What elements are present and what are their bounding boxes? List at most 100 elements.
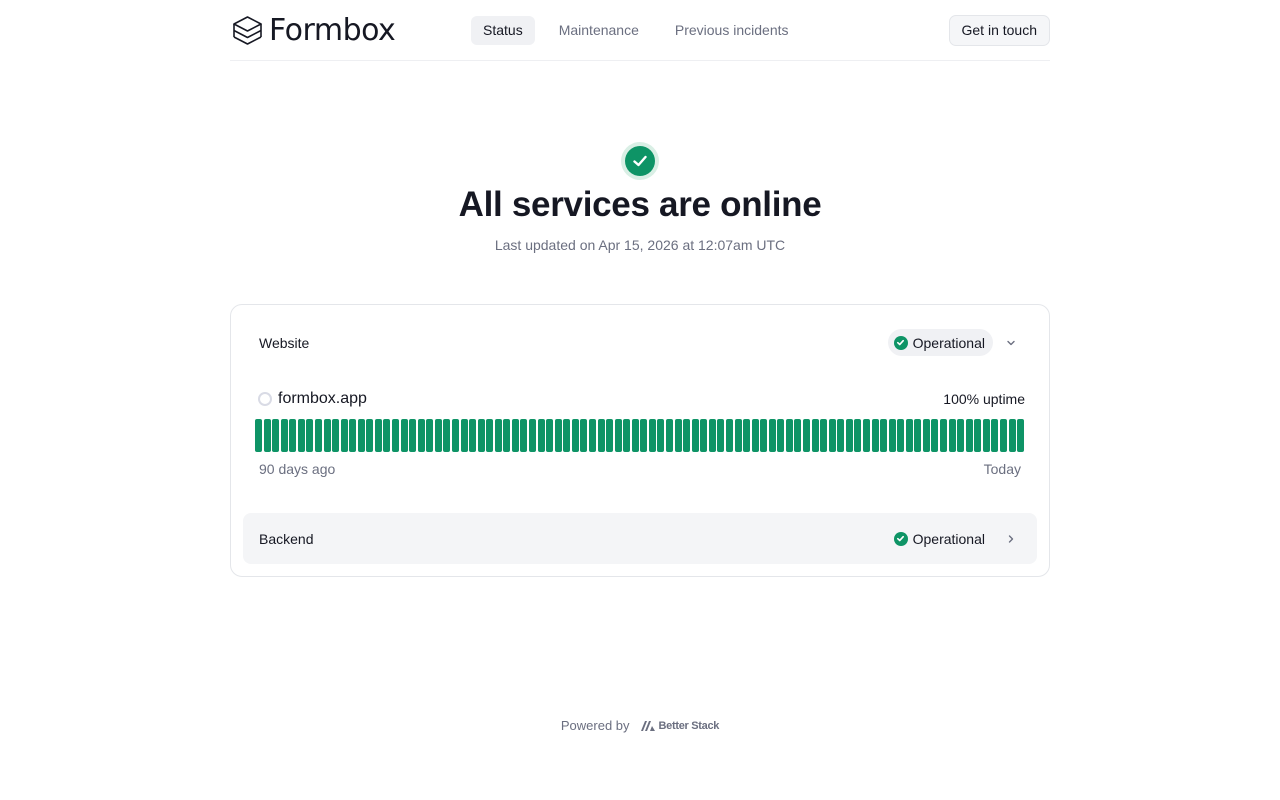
uptime-bar[interactable] — [991, 419, 999, 452]
nav-status[interactable]: Status — [471, 16, 535, 45]
uptime-bar[interactable] — [332, 419, 340, 452]
uptime-bar[interactable] — [760, 419, 768, 452]
uptime-bar[interactable] — [323, 419, 331, 452]
uptime-bar[interactable] — [546, 419, 554, 452]
group-row-backend[interactable]: Backend Operational — [243, 513, 1037, 564]
uptime-bar[interactable] — [888, 419, 896, 452]
uptime-bar[interactable] — [494, 419, 502, 452]
uptime-bar[interactable] — [563, 419, 571, 452]
uptime-bar[interactable] — [914, 419, 922, 452]
uptime-bar[interactable] — [580, 419, 588, 452]
uptime-bar[interactable] — [280, 419, 288, 452]
nav-maintenance[interactable]: Maintenance — [547, 16, 651, 45]
uptime-bar[interactable] — [255, 419, 262, 452]
uptime-bar[interactable] — [871, 419, 879, 452]
uptime-bar[interactable] — [734, 419, 742, 452]
uptime-bar[interactable] — [717, 419, 725, 452]
uptime-bar[interactable] — [417, 419, 425, 452]
uptime-bar[interactable] — [897, 419, 905, 452]
uptime-bar[interactable] — [982, 419, 990, 452]
uptime-bar[interactable] — [837, 419, 845, 452]
uptime-bar[interactable] — [392, 419, 399, 452]
uptime-bar[interactable] — [854, 419, 862, 452]
uptime-bar[interactable] — [931, 419, 939, 452]
formbox-logo[interactable]: Formbox — [232, 14, 396, 48]
uptime-bar[interactable] — [297, 419, 305, 452]
uptime-bar[interactable] — [948, 419, 956, 452]
uptime-bar[interactable] — [443, 419, 451, 452]
uptime-bar[interactable] — [349, 419, 357, 452]
better-stack-logo[interactable]: Better Stack — [640, 720, 719, 732]
group-row-website[interactable]: Website Operational — [243, 317, 1037, 368]
uptime-bar[interactable] — [426, 419, 434, 452]
uptime-bar[interactable] — [743, 419, 751, 452]
uptime-bar[interactable] — [366, 419, 374, 452]
uptime-bar[interactable] — [768, 419, 776, 452]
uptime-bar[interactable] — [777, 419, 785, 452]
nav-previous-incidents[interactable]: Previous incidents — [663, 16, 801, 45]
uptime-bar[interactable] — [828, 419, 836, 452]
uptime-bar[interactable] — [400, 419, 408, 452]
uptime-bar[interactable] — [520, 419, 528, 452]
uptime-bar[interactable] — [529, 419, 536, 452]
uptime-bar[interactable] — [1008, 419, 1016, 452]
uptime-bar[interactable] — [1017, 419, 1025, 452]
uptime-bar[interactable] — [811, 419, 819, 452]
uptime-bar[interactable] — [477, 419, 485, 452]
uptime-bar[interactable] — [922, 419, 930, 452]
uptime-bar[interactable] — [537, 419, 545, 452]
uptime-bar[interactable] — [606, 419, 614, 452]
uptime-bar[interactable] — [263, 419, 271, 452]
uptime-bar[interactable] — [272, 419, 280, 452]
uptime-bar[interactable] — [725, 419, 733, 452]
uptime-bar[interactable] — [503, 419, 511, 452]
uptime-bar[interactable] — [974, 419, 982, 452]
uptime-bar[interactable] — [957, 419, 965, 452]
uptime-bar[interactable] — [314, 419, 322, 452]
uptime-bar[interactable] — [460, 419, 468, 452]
uptime-bar[interactable] — [357, 419, 365, 452]
uptime-bar[interactable] — [409, 419, 417, 452]
uptime-bar[interactable] — [708, 419, 716, 452]
get-in-touch-button[interactable]: Get in touch — [948, 15, 1050, 46]
uptime-bar[interactable] — [683, 419, 691, 452]
uptime-bar[interactable] — [306, 419, 314, 452]
uptime-bar[interactable] — [803, 419, 810, 452]
uptime-bar[interactable] — [862, 419, 870, 452]
uptime-bar[interactable] — [289, 419, 297, 452]
chevron-down-icon[interactable] — [1001, 333, 1021, 353]
uptime-bar[interactable] — [340, 419, 348, 452]
uptime-bar[interactable] — [905, 419, 913, 452]
uptime-bar[interactable] — [640, 419, 648, 452]
uptime-bar[interactable] — [794, 419, 802, 452]
uptime-bar[interactable] — [434, 419, 442, 452]
uptime-bar[interactable] — [820, 419, 828, 452]
uptime-bar[interactable] — [880, 419, 888, 452]
uptime-bar[interactable] — [691, 419, 699, 452]
uptime-bar[interactable] — [751, 419, 759, 452]
uptime-bar[interactable] — [657, 419, 665, 452]
uptime-bar[interactable] — [940, 419, 947, 452]
uptime-bar[interactable] — [374, 419, 382, 452]
uptime-bar[interactable] — [700, 419, 708, 452]
uptime-bar[interactable] — [666, 419, 673, 452]
chevron-right-icon[interactable] — [1001, 529, 1021, 549]
uptime-bar[interactable] — [588, 419, 596, 452]
uptime-bar[interactable] — [383, 419, 391, 452]
uptime-bar[interactable] — [965, 419, 973, 452]
uptime-bar[interactable] — [785, 419, 793, 452]
uptime-bar[interactable] — [614, 419, 622, 452]
uptime-bar[interactable] — [451, 419, 459, 452]
uptime-bar[interactable] — [845, 419, 853, 452]
uptime-bar[interactable] — [486, 419, 494, 452]
uptime-bar[interactable] — [999, 419, 1007, 452]
uptime-bar[interactable] — [469, 419, 477, 452]
uptime-bar[interactable] — [554, 419, 562, 452]
uptime-bar[interactable] — [674, 419, 682, 452]
uptime-bar[interactable] — [631, 419, 639, 452]
uptime-bar[interactable] — [597, 419, 605, 452]
uptime-bar[interactable] — [571, 419, 579, 452]
uptime-bar[interactable] — [511, 419, 519, 452]
uptime-bar[interactable] — [623, 419, 631, 452]
uptime-bar[interactable] — [648, 419, 656, 452]
